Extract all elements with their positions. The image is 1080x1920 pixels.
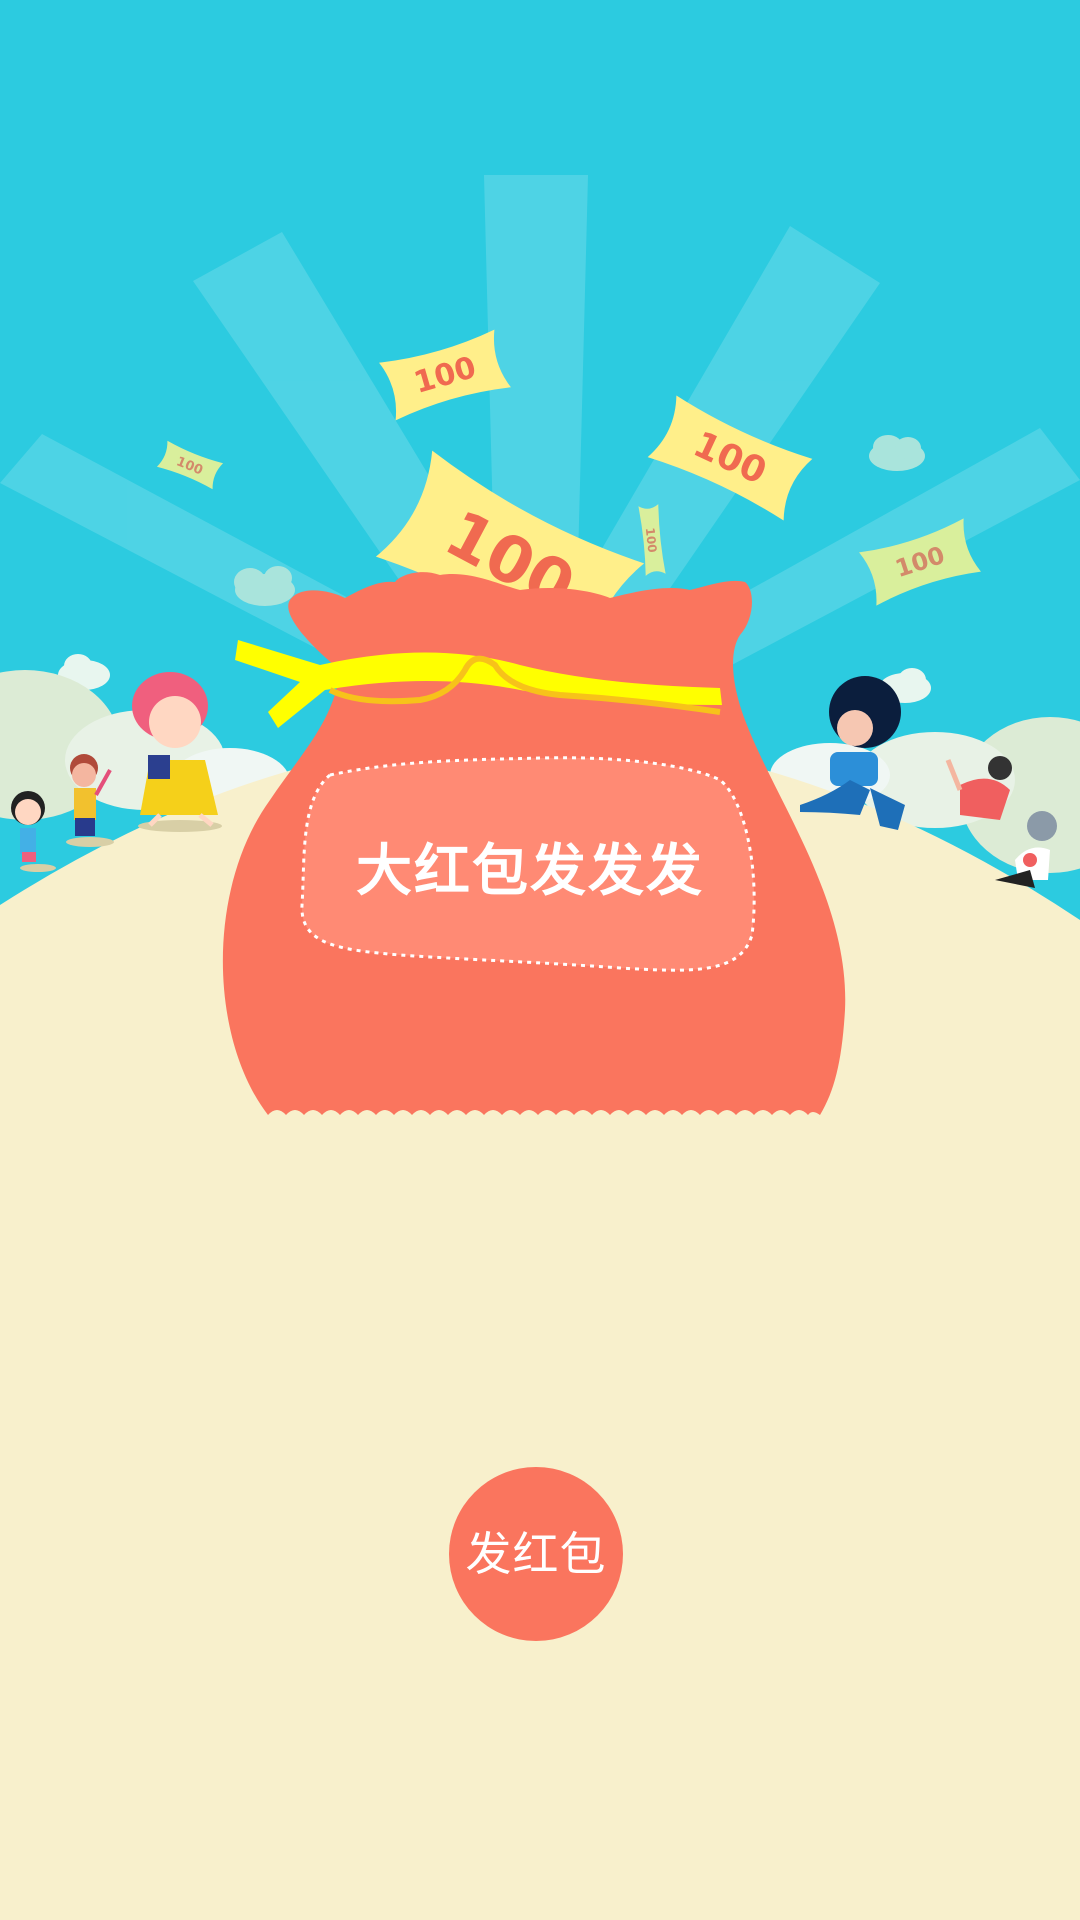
bill-amount: 100 — [643, 527, 660, 553]
bag-title: 大红包发发发 — [356, 839, 704, 904]
cloud-icon — [869, 435, 925, 471]
send-red-packet-button[interactable]: 发红包 — [449, 1467, 623, 1641]
